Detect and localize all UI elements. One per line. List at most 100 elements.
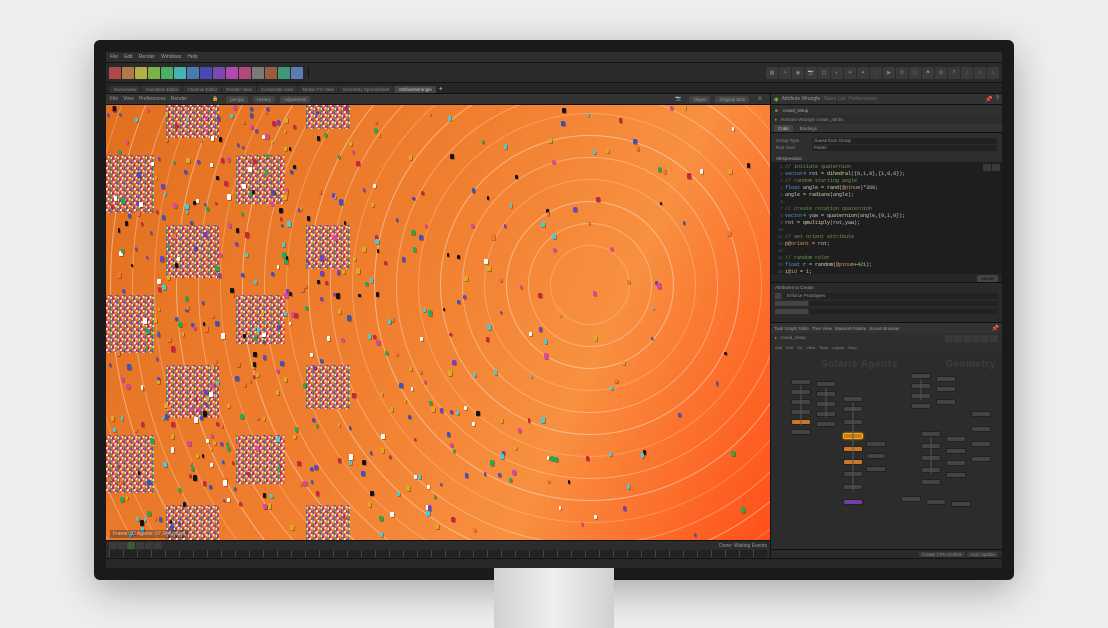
btn-cpu-archive[interactable]: Create CPU Archive (919, 552, 965, 557)
shelf-fx-icon[interactable]: ✦ (857, 67, 869, 79)
nm-go[interactable]: Go (797, 345, 802, 350)
shelf-light-icon[interactable]: ☀ (844, 67, 856, 79)
shelf-mask-icon[interactable] (278, 67, 290, 79)
graph-node[interactable] (971, 411, 991, 417)
rp-tab-attrwrangle[interactable]: Attribute Wrangle (782, 96, 821, 102)
attr-enforce-field[interactable]: Enforce Prototypes (785, 293, 998, 299)
tab-geo-spreadsheet[interactable]: Geometry Spreadsheet (339, 86, 394, 93)
shelf-lights-icon[interactable] (291, 67, 303, 79)
run-over-field[interactable]: Points (812, 145, 997, 151)
ntab-material[interactable]: Material Palette (835, 326, 866, 331)
graph-node[interactable] (936, 376, 956, 382)
graph-node[interactable] (946, 448, 966, 454)
shelf-ctrl3-icon[interactable]: ○ (987, 67, 999, 79)
viewport-render[interactable]: Frame: 93 Agents: 57,344 crowd (106, 105, 770, 540)
shelf-select-icon[interactable] (109, 67, 121, 79)
shelf-pivot-icon[interactable] (200, 67, 212, 79)
ntab-treeview[interactable]: Tree View (812, 326, 832, 331)
vp-history-pill[interactable]: History (253, 96, 275, 103)
graph-node[interactable] (926, 499, 946, 505)
graph-node[interactable] (936, 386, 956, 392)
shelf-gear-icon[interactable]: ⚙ (935, 67, 947, 79)
vp-adjust-pill[interactable]: Adjustment (280, 96, 311, 103)
shelf-set-icon[interactable]: ⚑ (922, 67, 934, 79)
node-path[interactable]: crowd_setup (780, 335, 806, 341)
shelf-plane-icon[interactable] (187, 67, 199, 79)
nt-icon-1[interactable] (945, 335, 953, 342)
shelf-vol-icon[interactable]: ◌ (870, 67, 882, 79)
code-editor[interactable]: 12345678910111213141516171819 // initiat… (771, 162, 1002, 274)
timeline-track[interactable] (109, 550, 767, 557)
menu-windows[interactable]: Windows (161, 54, 181, 60)
pin-icon[interactable]: 📌 (985, 96, 992, 103)
nm-help[interactable]: Help (848, 345, 856, 350)
subtab-code[interactable]: Code (774, 125, 793, 132)
ntab-taskgraph[interactable]: Task Graph Table (774, 326, 809, 331)
graph-node[interactable] (901, 496, 921, 502)
rp-breadcrumb[interactable]: ▸ Attribute Wrangle create_attribs (771, 115, 1002, 124)
shelf-ctrl1-icon[interactable]: ○ (961, 67, 973, 79)
vp-view[interactable]: View (123, 96, 134, 102)
shelf-view-icon[interactable]: ◉ (792, 67, 804, 79)
tab-motionfx[interactable]: Motion FX View (298, 86, 337, 93)
subtab-bindings[interactable]: Bindings (796, 125, 821, 132)
graph-node[interactable] (971, 426, 991, 432)
shelf-perf-icon[interactable]: ⏱ (896, 67, 908, 79)
vp-render[interactable]: Render (171, 96, 187, 102)
shelf-render-icon[interactable]: ▶ (883, 67, 895, 79)
timeline-loop-btn[interactable] (154, 542, 162, 549)
menu-file[interactable]: File (110, 54, 118, 60)
attr-checkbox[interactable] (775, 293, 781, 299)
nt-icon-3[interactable] (963, 335, 971, 342)
vp-prefs[interactable]: Preferences (139, 96, 166, 102)
shelf-sculpt-icon[interactable] (252, 67, 264, 79)
graph-node[interactable] (946, 460, 966, 466)
shelf-paint-icon[interactable] (265, 67, 277, 79)
btn-auto-update[interactable]: Auto Update (967, 552, 998, 557)
vp-object-pill[interactable]: Object (689, 96, 710, 103)
shelf-ctrl2-icon[interactable]: ○ (974, 67, 986, 79)
add-tab-icon[interactable]: + (439, 86, 443, 93)
rp-tab-takes[interactable]: Takes List (823, 96, 845, 102)
help-icon[interactable]: ? (996, 96, 999, 102)
tab-sceneview[interactable]: SceneView (110, 86, 140, 93)
shelf-move-icon[interactable] (135, 67, 147, 79)
graph-node[interactable] (936, 399, 956, 405)
shelf-info-icon[interactable]: ⓘ (909, 67, 921, 79)
graph-node[interactable] (816, 421, 836, 427)
vp-camera-pill[interactable]: persp1 (226, 96, 248, 103)
shelf-wire-icon[interactable]: ◫ (818, 67, 830, 79)
lock-icon[interactable]: 🔒 (209, 93, 221, 105)
editor-cook-icon[interactable] (992, 164, 1000, 171)
tab-renderview[interactable]: Render View (222, 86, 256, 93)
graph-node[interactable] (816, 381, 836, 387)
timeline-next-btn[interactable] (136, 542, 144, 549)
rp-tab-perf[interactable]: Performance (848, 96, 877, 102)
attr-slider-2[interactable] (775, 309, 998, 314)
menu-help[interactable]: Help (187, 54, 197, 60)
graph-node[interactable] (971, 456, 991, 462)
ntab-scenebrowser[interactable]: Scene Browser (869, 326, 900, 331)
graph-node[interactable] (791, 379, 811, 385)
graph-node[interactable] (843, 396, 863, 402)
graph-node[interactable] (921, 479, 941, 485)
gear-icon[interactable]: ⚙ (754, 93, 766, 105)
menu-edit[interactable]: Edit (124, 54, 133, 60)
vp-size-pill[interactable]: Original Size (715, 96, 749, 103)
shelf-brush-icon[interactable] (239, 67, 251, 79)
nt-icon-5[interactable] (981, 335, 989, 342)
graph-node[interactable] (791, 429, 811, 435)
shelf-snap-icon[interactable]: ✧ (779, 67, 791, 79)
tab-animation[interactable]: Animation Editor (141, 86, 182, 93)
snapshot-icon[interactable]: 📷 (672, 93, 684, 105)
editor-expand-icon[interactable] (983, 164, 991, 171)
node-graph[interactable]: Solaris Agents Geometry (771, 351, 1002, 549)
shelf-cam-icon[interactable]: 📷 (805, 67, 817, 79)
graph-node[interactable] (921, 431, 941, 437)
graph-node[interactable] (911, 373, 931, 379)
graph-node[interactable] (946, 436, 966, 442)
shelf-help-icon[interactable]: ? (948, 67, 960, 79)
nt-icon-4[interactable] (972, 335, 980, 342)
graph-node[interactable] (866, 466, 886, 472)
timeline-last-btn[interactable] (145, 542, 153, 549)
